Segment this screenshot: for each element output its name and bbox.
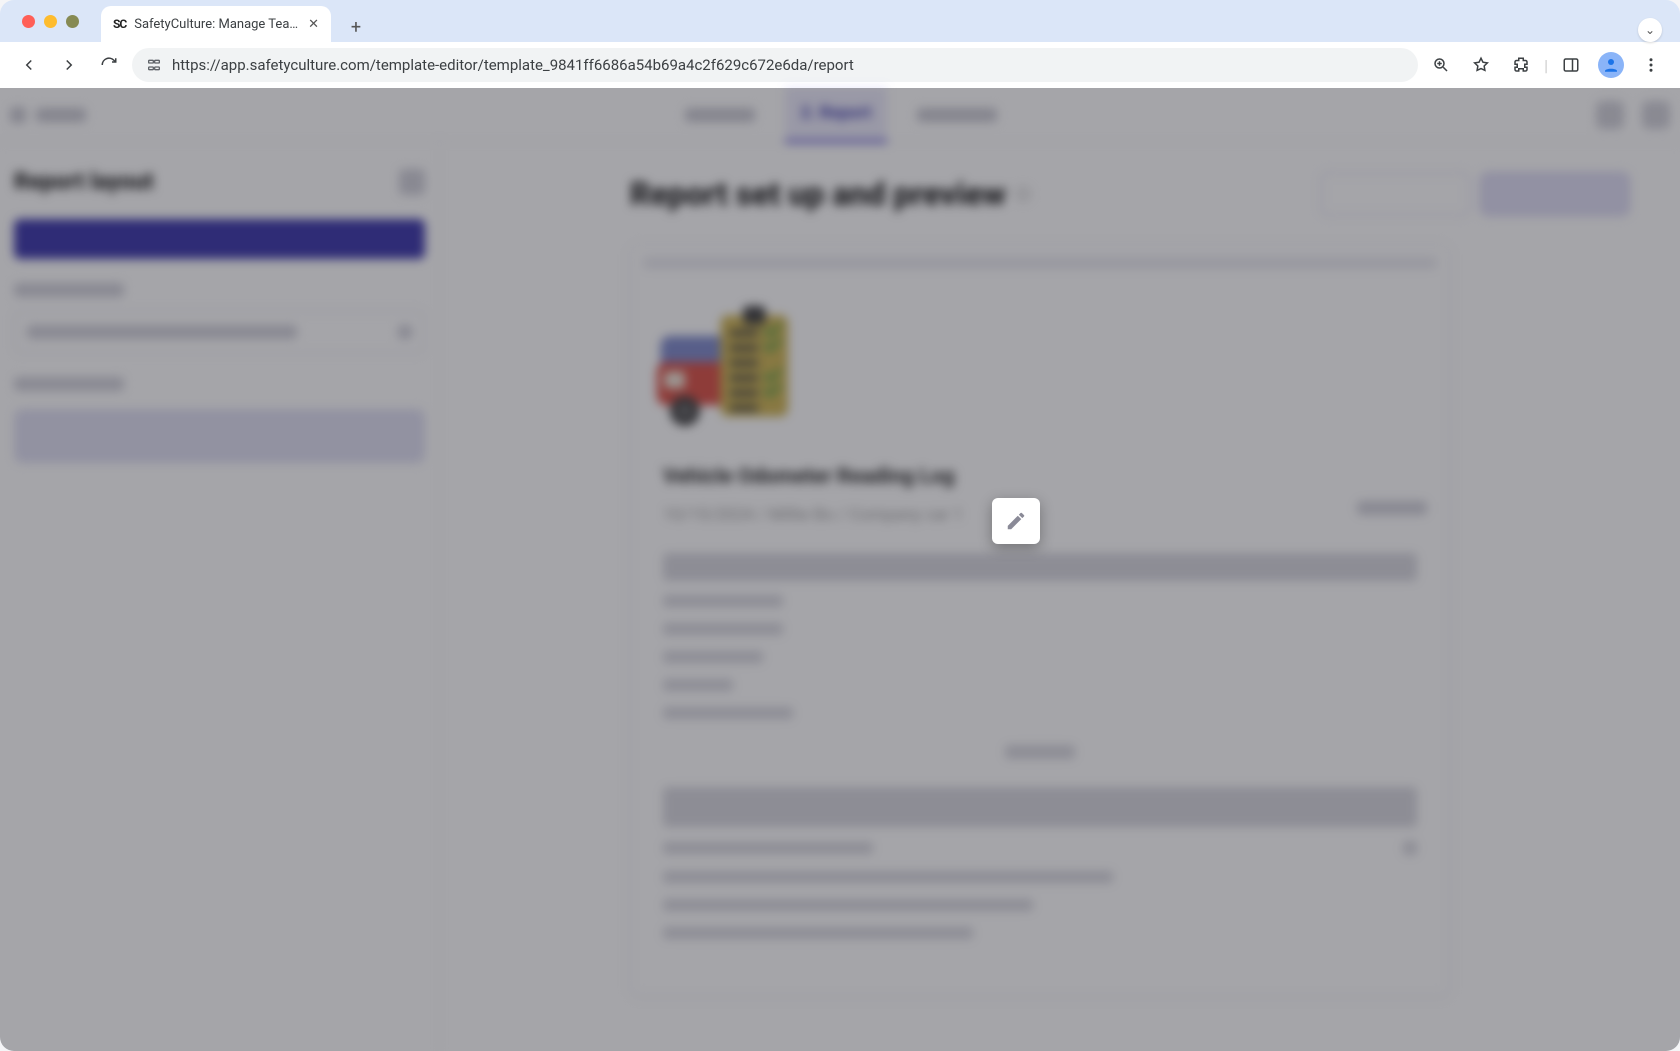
sidebar-section-label <box>14 283 124 297</box>
secondary-action-button[interactable] <box>1320 172 1470 216</box>
forward-button[interactable] <box>52 48 86 82</box>
page-title: Report set up and preview <box>630 175 1006 213</box>
url-text: https://app.safetyculture.com/template-e… <box>172 56 854 74</box>
chevron-down-icon <box>398 325 412 339</box>
address-bar[interactable]: https://app.safetyculture.com/template-e… <box>132 48 1418 82</box>
report-logo <box>653 289 803 439</box>
tab-title: SafetyCulture: Manage Teams and... <box>134 17 300 32</box>
browser-tab[interactable]: SC SafetyCulture: Manage Teams and... ✕ <box>101 6 331 42</box>
new-tab-button[interactable]: + <box>341 12 371 42</box>
step-report-tab[interactable]: 2. Report <box>785 87 888 143</box>
reload-button[interactable] <box>92 48 126 82</box>
sidebar-collapse-icon[interactable] <box>399 169 425 195</box>
primary-action-button[interactable] <box>1480 172 1630 216</box>
menu-icon[interactable] <box>1634 48 1668 82</box>
app-header: 2. Report <box>0 88 1680 142</box>
sidebar-title: Report layout <box>14 168 154 195</box>
browser-toolbar: https://app.safetyculture.com/template-e… <box>0 42 1680 88</box>
sidebar-primary-item[interactable] <box>14 219 425 259</box>
site-settings-icon[interactable] <box>146 57 162 73</box>
status-badge <box>1357 501 1427 515</box>
side-panel-icon[interactable] <box>1554 48 1588 82</box>
profile-button[interactable] <box>1594 48 1628 82</box>
info-icon[interactable] <box>1016 187 1030 201</box>
header-action-2[interactable] <box>1642 101 1670 129</box>
sidebar-section-label-2 <box>14 377 124 391</box>
window-minimize-icon[interactable] <box>44 15 57 28</box>
zoom-icon[interactable] <box>1424 48 1458 82</box>
back-button[interactable] <box>12 48 46 82</box>
report-subtitle: 10/15/2024 / Millie Bo / Company car 1 <box>663 505 1437 525</box>
header-action-1[interactable] <box>1596 101 1624 129</box>
step-report-label: 2. Report <box>801 103 872 123</box>
window-zoom-icon[interactable] <box>66 15 79 28</box>
pencil-icon <box>1005 510 1027 532</box>
tab-close-icon[interactable]: ✕ <box>308 17 319 32</box>
sidebar-select[interactable] <box>14 311 425 353</box>
report-title: Vehicle Odometer Reading Log <box>663 465 1437 489</box>
favicon-icon: SC <box>113 17 126 31</box>
window-controls <box>8 0 89 42</box>
bookmark-icon[interactable] <box>1464 48 1498 82</box>
extensions-icon[interactable] <box>1504 48 1538 82</box>
sidebar-option-card[interactable] <box>14 409 425 463</box>
browser-tabstrip: SC SafetyCulture: Manage Teams and... ✕ … <box>0 0 1680 42</box>
report-preview-card: Vehicle Odometer Reading Log 10/15/2024 … <box>630 244 1450 996</box>
window-close-icon[interactable] <box>22 15 35 28</box>
tabs-dropdown-icon[interactable]: ⌄ <box>1638 18 1662 42</box>
sidebar: Report layout <box>0 142 440 1051</box>
edit-subtitle-button[interactable] <box>992 498 1040 544</box>
